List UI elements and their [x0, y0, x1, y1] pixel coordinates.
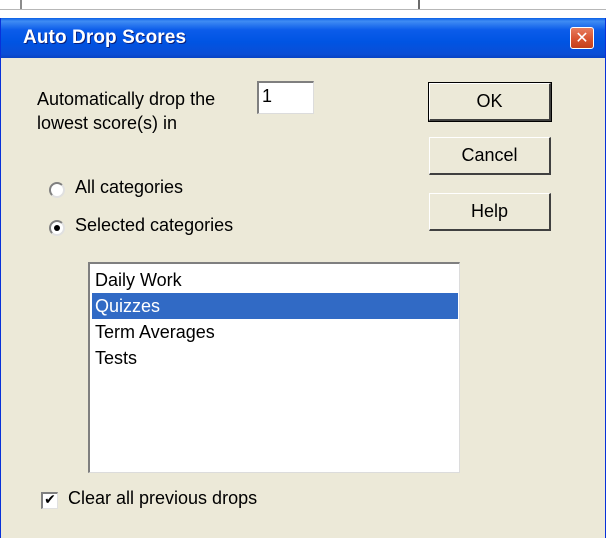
close-button[interactable]: ✕ — [570, 27, 594, 49]
categories-listbox[interactable]: Daily Work Quizzes Term Averages Tests — [88, 262, 460, 473]
selected-categories-label[interactable]: Selected categories — [75, 215, 233, 236]
clear-drops-checkbox[interactable]: ✔ — [41, 492, 58, 509]
list-item[interactable]: Daily Work — [92, 267, 458, 293]
list-item[interactable]: Tests — [92, 345, 458, 371]
list-item[interactable]: Term Averages — [92, 319, 458, 345]
all-categories-radio[interactable] — [49, 182, 65, 198]
checkmark-icon: ✔ — [44, 492, 56, 508]
list-item-selected[interactable]: Quizzes — [92, 293, 458, 319]
cancel-button[interactable]: Cancel — [429, 137, 551, 175]
close-icon: ✕ — [575, 28, 589, 47]
ok-button[interactable]: OK — [428, 82, 552, 122]
radio-selected-dot — [54, 225, 60, 231]
drop-count-input[interactable]: 1 — [257, 81, 314, 114]
window-title: Auto Drop Scores — [23, 27, 187, 48]
all-categories-label[interactable]: All categories — [75, 177, 183, 198]
title-bar[interactable]: Auto Drop Scores ✕ — [1, 18, 605, 58]
drop-label-line1: Automatically drop the — [37, 89, 216, 109]
background-window-strip — [0, 0, 606, 18]
selected-categories-radio[interactable] — [49, 220, 65, 236]
drop-label-line2: lowest score(s) in — [37, 113, 178, 133]
help-button[interactable]: Help — [429, 193, 551, 231]
clear-drops-label[interactable]: Clear all previous drops — [68, 488, 257, 509]
